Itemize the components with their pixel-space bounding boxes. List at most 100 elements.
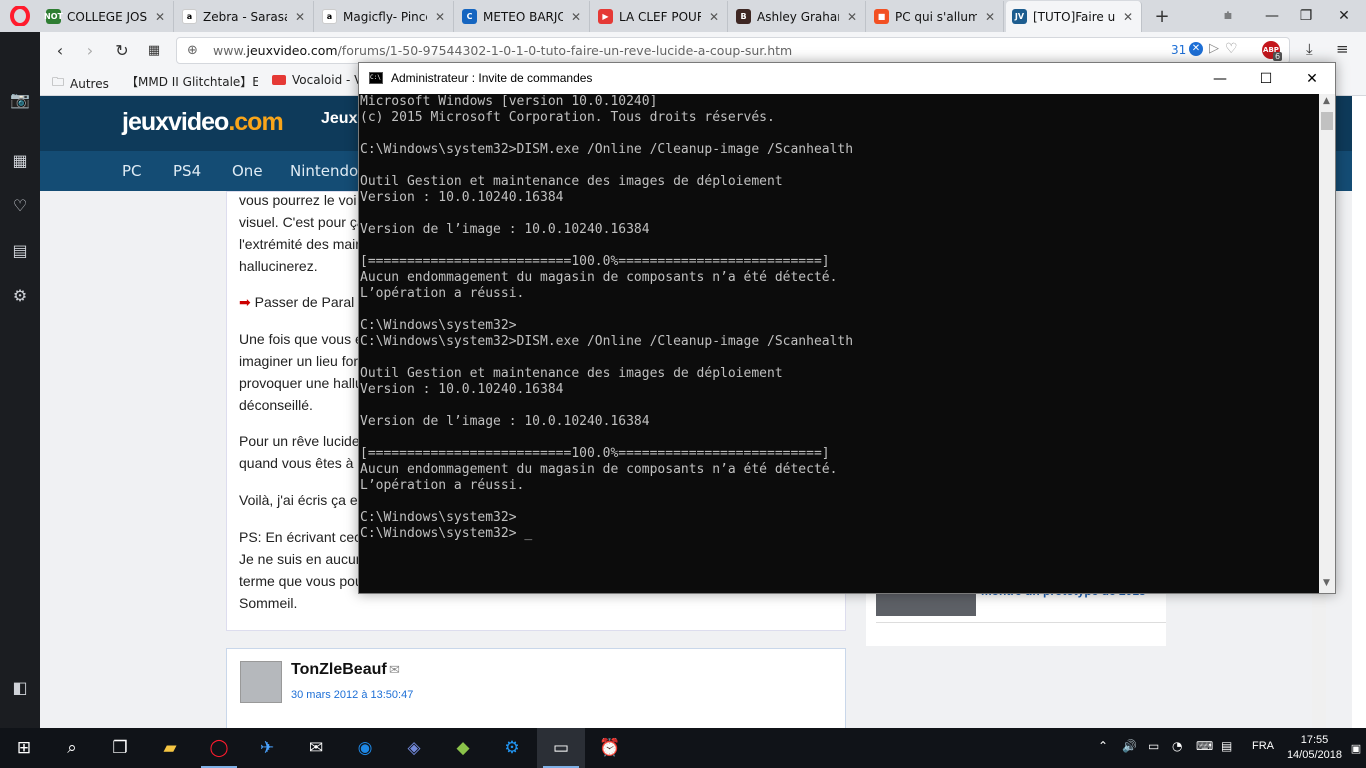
volume-icon[interactable]: 🔊 [1122, 739, 1137, 753]
cmd-console[interactable]: Microsoft Windows [version 10.0.10240] (c… [359, 94, 1319, 593]
search-icon[interactable]: ⌕ [48, 728, 96, 768]
cmd-window[interactable]: C:\ Administrateur : Invite de commandes… [358, 62, 1336, 594]
new-tab-button[interactable]: + [1150, 0, 1174, 32]
post-text-line: Pour un rêve lucide [239, 433, 360, 449]
tab-close-icon[interactable]: ✕ [983, 10, 997, 24]
clock[interactable]: 17:55 14/05/2018 [1287, 733, 1342, 763]
easy-setup-icon[interactable]: ≡ [1336, 40, 1349, 58]
cmd-line [360, 494, 853, 510]
cmd-icon: C:\ [369, 72, 383, 84]
wifi-icon[interactable]: ◔ [1172, 739, 1182, 753]
url-text: www.jeuxvideo.com/forums/1-50-97544302-1… [213, 43, 793, 58]
cmd-minimize-button[interactable]: — [1197, 63, 1243, 94]
opera-sidebar: 📷 ▦ ♡ ▤ ⚙ ◧ [0, 32, 40, 728]
browser-tab[interactable]: a Zebra - Sarasa S ✕ [176, 1, 314, 32]
sidebar-toggle-icon[interactable]: ◧ [8, 675, 32, 699]
cmd-line: [==========================100.0%=======… [360, 254, 830, 269]
alarms-icon[interactable]: ⏰ [586, 728, 634, 768]
tab-menu-icon[interactable]: ⩧ [1206, 0, 1250, 32]
tabs-grid-icon[interactable]: ▦ [142, 38, 166, 62]
post-text-line: Sommeil. [239, 595, 298, 611]
nav-pc[interactable]: PC [122, 162, 142, 180]
opera-menu-button[interactable] [0, 0, 40, 32]
browser-tab[interactable]: ■ PC qui s'allume ✕ [868, 1, 1004, 32]
windows-taskbar: ⊞ ⌕ ❐ ▰ ◯ ✈ ✉ ◉ ◈ ◆ ⚙ ▭ ⏰ ⌃ 🔊 ▭ ◔ ⌨ ▤ FR… [0, 728, 1366, 768]
cmd-scrollbar[interactable]: ▲ ▼ [1319, 94, 1335, 593]
mail-icon[interactable]: ✉ [389, 663, 400, 678]
reload-button[interactable]: ↻ [110, 38, 134, 62]
scroll-thumb[interactable] [1321, 112, 1333, 130]
post-date[interactable]: 30 mars 2012 à 13:50:47 [291, 689, 413, 701]
heart-icon[interactable]: ♡ [8, 193, 32, 217]
send-icon[interactable]: ▷ [1209, 41, 1219, 56]
camera-icon[interactable]: 📷 [8, 87, 32, 111]
download-icon[interactable]: ⤓ [1306, 40, 1313, 58]
bookmark-item[interactable]: 【MMD II Glitchtale】E [120, 73, 258, 90]
tab-close-icon[interactable]: ✕ [293, 10, 307, 24]
browser-tab[interactable]: C METEO BARJOL ✕ [456, 1, 590, 32]
block-icon[interactable]: ✕ [1189, 42, 1203, 56]
cmd-titlebar[interactable]: C:\ Administrateur : Invite de commandes… [359, 63, 1335, 94]
tab-close-icon[interactable]: ✕ [153, 10, 167, 24]
cmd-line: Version de l’image : 10.0.10240.16384 [360, 414, 650, 429]
browser-tab[interactable]: JV [TUTO]Faire un ✕ [1006, 1, 1142, 32]
input-language[interactable]: FRA [1252, 740, 1274, 752]
folder-icon: 🗀 [52, 75, 65, 89]
post-author[interactable]: TonZleBeauf [291, 661, 387, 679]
bookmark-heart-icon[interactable]: ♡ [1225, 41, 1238, 57]
browser-tab[interactable]: B Ashley Graham ✕ [730, 1, 866, 32]
mail-icon[interactable]: ✉ [292, 728, 340, 768]
messenger-icon[interactable]: ◉ [341, 728, 389, 768]
scroll-down-icon[interactable]: ▼ [1323, 578, 1330, 588]
tab-close-icon[interactable]: ✕ [569, 10, 583, 24]
bookmark-item[interactable]: Vocaloid - V [272, 73, 362, 87]
cmd-line: Version : 10.0.10240.16384 [360, 190, 564, 205]
news-icon[interactable]: ▤ [8, 238, 32, 262]
nav-ps4[interactable]: PS4 [173, 162, 201, 180]
speed-dial-icon[interactable]: ▦ [8, 148, 32, 172]
keyboard-icon[interactable]: ⌨ [1196, 739, 1213, 753]
cmd-line [360, 206, 853, 222]
file-explorer-icon[interactable]: ▰ [146, 728, 194, 768]
clock-time: 17:55 [1300, 734, 1329, 746]
cmd-line: Aucun endommagement du magasin de compos… [360, 462, 838, 477]
post-text-line: déconseillé. [239, 397, 313, 413]
cmd-line [360, 302, 853, 318]
task-view-icon[interactable]: ❐ [96, 728, 144, 768]
browser-tab[interactable]: ▶ LA CLEF POUR L ✕ [592, 1, 728, 32]
minecraft-icon[interactable]: ◆ [439, 728, 487, 768]
browser-tab[interactable]: NOT COLLEGE JOSEP ✕ [40, 1, 174, 32]
tab-title: [TUTO]Faire un [1033, 9, 1115, 24]
forward-button[interactable]: › [78, 38, 102, 62]
airplane-app-icon[interactable]: ✈ [243, 728, 291, 768]
avatar[interactable] [240, 661, 282, 703]
opera-taskbar-icon[interactable]: ◯ [195, 728, 243, 768]
site-info-icon[interactable]: ⊕ [187, 43, 198, 58]
jv-logo[interactable]: jeuxvideo.com [122, 108, 284, 137]
tab-close-icon[interactable]: ✕ [707, 10, 721, 24]
cmd-close-button[interactable]: ✕ [1289, 63, 1335, 94]
scroll-up-icon[interactable]: ▲ [1323, 96, 1330, 106]
jv-top-menu[interactable]: Jeux [321, 110, 357, 128]
settings-icon[interactable]: ⚙ [488, 728, 536, 768]
close-button[interactable]: ✕ [1322, 0, 1366, 32]
battery-icon[interactable]: ▭ [1148, 739, 1159, 753]
notifications-icon[interactable]: ▣ [1346, 728, 1366, 768]
settings-gear-icon[interactable]: ⚙ [8, 283, 32, 307]
back-button[interactable]: ‹ [48, 38, 72, 62]
browser-tab[interactable]: a Magicfly- Pince ✕ [316, 1, 454, 32]
show-hidden-icons[interactable]: ⌃ [1098, 739, 1108, 753]
tab-favicon-icon: ▶ [598, 9, 613, 24]
start-button[interactable]: ⊞ [0, 728, 48, 768]
tab-close-icon[interactable]: ✕ [433, 10, 447, 24]
tab-close-icon[interactable]: ✕ [845, 10, 859, 24]
tab-close-icon[interactable]: ✕ [1121, 10, 1135, 24]
tab-title: Zebra - Sarasa S [203, 9, 287, 24]
action-center-icon[interactable]: ▤ [1221, 739, 1232, 753]
url-field[interactable]: ⊕ www.jeuxvideo.com/forums/1-50-97544302… [176, 37, 1290, 64]
nav-one[interactable]: One [232, 162, 263, 180]
discord-icon[interactable]: ◈ [390, 728, 438, 768]
bookmark-item[interactable]: 🗀 Autres [52, 73, 109, 94]
cmd-taskbar-icon[interactable]: ▭ [537, 728, 585, 768]
cmd-maximize-button[interactable]: ☐ [1243, 63, 1289, 94]
